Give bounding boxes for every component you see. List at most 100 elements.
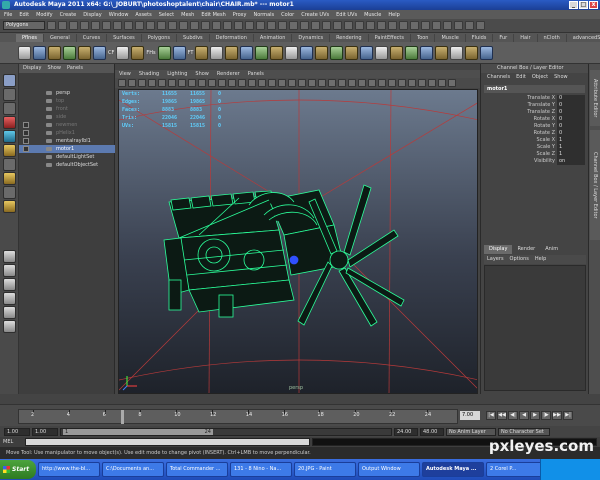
panel-toolbar-icon[interactable] <box>308 79 316 87</box>
status-line-tool-icon[interactable] <box>102 21 111 30</box>
status-line-tool-icon[interactable] <box>179 21 188 30</box>
panel-menu-view[interactable]: View <box>119 70 131 78</box>
taskbar-task[interactable]: Output Window <box>358 462 420 477</box>
menu-mesh[interactable]: Mesh <box>181 12 194 18</box>
persp-outliner-layout-icon[interactable] <box>3 278 16 291</box>
status-line-tool-icon[interactable] <box>289 21 298 30</box>
shelf-tool-icon[interactable] <box>300 45 314 60</box>
range-bar[interactable]: 1 24 <box>60 427 392 436</box>
panel-toolbar-icon[interactable] <box>288 79 296 87</box>
step-forward-key-button[interactable]: ▶▶ <box>552 411 562 420</box>
taskbar-task[interactable]: 2 Corel P... <box>486 462 548 477</box>
selected-object-name[interactable]: motor1 <box>484 85 585 93</box>
move-tool-icon[interactable] <box>3 116 16 129</box>
layer-menu-options[interactable]: Options <box>510 255 529 264</box>
status-line-tool-icon[interactable] <box>168 21 177 30</box>
panel-toolbar-icon[interactable] <box>388 79 396 87</box>
status-line-tool-icon[interactable] <box>443 21 452 30</box>
taskbar-task[interactable]: Autodesk Maya ... <box>422 462 484 477</box>
status-line-tool-icon[interactable] <box>47 21 56 30</box>
status-line-tool-icon[interactable] <box>355 21 364 30</box>
channel-attr-row[interactable]: Rotate X0 <box>481 116 588 123</box>
layer-menu-help[interactable]: Help <box>535 255 546 264</box>
shelf-tab-fluids[interactable]: Fluids <box>466 34 494 42</box>
panel-toolbar-icon[interactable] <box>158 79 166 87</box>
expand-toggle-icon[interactable] <box>23 122 29 128</box>
outliner-item[interactable]: persp <box>19 89 115 97</box>
shelf-tool-icon[interactable] <box>405 45 419 60</box>
go-to-start-button[interactable]: |◀ <box>486 411 496 420</box>
panel-toolbar-icon[interactable] <box>348 79 356 87</box>
channel-attr-value[interactable]: 0 <box>557 123 585 130</box>
panel-toolbar-icon[interactable] <box>438 79 446 87</box>
paint-select-tool-icon[interactable] <box>3 102 16 115</box>
shelf-tool-icon[interactable] <box>225 45 239 60</box>
outliner-item[interactable]: top <box>19 97 115 105</box>
status-line-tool-icon[interactable] <box>366 21 375 30</box>
outliner-item[interactable]: newmen <box>19 121 115 129</box>
channel-menu-object[interactable]: Object <box>532 73 548 82</box>
panel-toolbar-icon[interactable] <box>338 79 346 87</box>
panel-toolbar-icon[interactable] <box>198 79 206 87</box>
shelf-tool-icon[interactable] <box>33 45 46 60</box>
go-to-end-button[interactable]: ▶| <box>563 411 573 420</box>
soft-mod-icon[interactable] <box>3 172 16 185</box>
panel-menu-panels[interactable]: Panels <box>248 70 264 78</box>
taskbar-task[interactable]: Total Commander ... <box>166 462 228 477</box>
shelf-tool-icon[interactable] <box>375 45 389 60</box>
universal-manip-icon[interactable] <box>3 158 16 171</box>
panel-menu-show[interactable]: Show <box>195 70 209 78</box>
status-line-tool-icon[interactable] <box>410 21 419 30</box>
shelf-tool-icon[interactable] <box>157 45 171 60</box>
panel-toolbar-icon[interactable] <box>278 79 286 87</box>
status-line-tool-icon[interactable] <box>212 21 221 30</box>
menu-color[interactable]: Color <box>281 12 294 18</box>
channel-attr-value[interactable]: 0 <box>557 102 585 109</box>
menu-proxy[interactable]: Proxy <box>233 12 247 18</box>
channel-attr-value[interactable]: 0 <box>557 130 585 137</box>
menu-assets[interactable]: Assets <box>135 12 151 18</box>
show-manip-icon[interactable] <box>3 186 16 199</box>
panel-toolbar-icon[interactable] <box>408 79 416 87</box>
panel-toolbar-icon[interactable] <box>428 79 436 87</box>
shelf-tool-icon[interactable] <box>480 45 494 60</box>
menu-edit[interactable]: Edit <box>19 12 29 18</box>
channel-attr-row[interactable]: Scale Z1 <box>481 151 588 158</box>
status-line-tool-icon[interactable] <box>245 21 254 30</box>
shelf-tab-subdivs[interactable]: Subdivs <box>177 34 210 42</box>
panel-menu-renderer[interactable]: Renderer <box>217 70 240 78</box>
menu-select[interactable]: Select <box>159 12 174 18</box>
shelf-tool-icon[interactable] <box>450 45 464 60</box>
shelf-tool-icon[interactable] <box>131 45 145 60</box>
playback-start-field[interactable]: 1.00 <box>32 427 58 436</box>
panel-toolbar-icon[interactable] <box>238 79 246 87</box>
shelf-tab-curves[interactable]: Curves <box>77 34 108 42</box>
menu-create-uvs[interactable]: Create UVs <box>301 12 329 18</box>
menu-muscle[interactable]: Muscle <box>364 12 381 18</box>
channel-menu-channels[interactable]: Channels <box>487 73 510 82</box>
status-line-tool-icon[interactable] <box>201 21 210 30</box>
hypershade-layout-icon[interactable] <box>3 306 16 319</box>
channel-attr-row[interactable]: Visibility on <box>481 158 588 165</box>
shelf-tool-icon[interactable] <box>240 45 254 60</box>
play-backwards-button[interactable]: ◀ <box>519 411 529 420</box>
shelf-tool-icon[interactable] <box>18 45 31 60</box>
outliner-item[interactable]: defaultLightSet <box>19 153 115 161</box>
step-back-key-button[interactable]: ◀◀ <box>497 411 507 420</box>
shelf-tool-icon[interactable] <box>172 45 186 60</box>
minimize-button[interactable]: _ <box>569 1 578 9</box>
panel-toolbar-icon[interactable] <box>418 79 426 87</box>
shelf-tab-dynamics[interactable]: Dynamics <box>292 34 331 42</box>
panel-toolbar-icon[interactable] <box>248 79 256 87</box>
shelf-tool-icon[interactable] <box>285 45 299 60</box>
shelf-tool-icon[interactable] <box>255 45 269 60</box>
status-line-tool-icon[interactable] <box>80 21 89 30</box>
shelf-tool-icon[interactable] <box>93 45 106 60</box>
status-line-tool-icon[interactable] <box>157 21 166 30</box>
playhead[interactable] <box>121 410 124 424</box>
shelf-tool-icon[interactable] <box>63 45 76 60</box>
channel-attr-row[interactable]: Translate X0 <box>481 95 588 102</box>
select-tool-icon[interactable] <box>3 74 16 87</box>
shelf-tool-icon[interactable] <box>210 45 224 60</box>
four-pane-layout-icon[interactable] <box>3 264 16 277</box>
